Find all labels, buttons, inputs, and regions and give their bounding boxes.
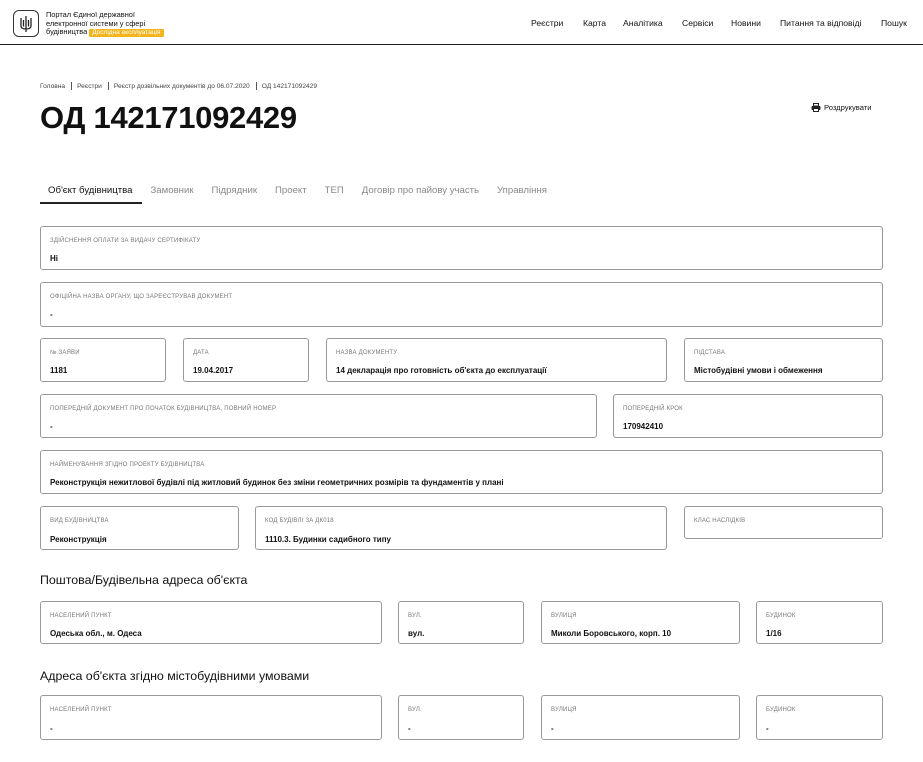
nav-analytics[interactable]: Аналітика [623, 18, 663, 28]
nav-services[interactable]: Сервіси [682, 18, 713, 28]
field-value: 1110.3. Будинки садибного типу [265, 535, 392, 544]
field-label: Населений пункт [50, 707, 112, 713]
breadcrumb-registries[interactable]: Реєстри [77, 83, 102, 90]
field-value: - [50, 310, 53, 319]
breadcrumb: Головна Реєстри Реєстр дозвільних докуме… [40, 82, 317, 90]
field-value: - [551, 724, 554, 733]
field-label: Вид будівництва [50, 518, 109, 524]
portal-name[interactable]: Портал Єдиної державної електронної сист… [46, 10, 186, 38]
field-label: Здійснення оплати за видачу сертифікату [50, 238, 201, 244]
field-label: Клас наслідків [694, 518, 746, 524]
field-label: Офіційна назва органу, що зареєстрував д… [50, 294, 233, 300]
tab-management[interactable]: Управління [488, 181, 556, 204]
field-value: - [408, 724, 411, 733]
field-postal-street-type: Вул. вул. [398, 601, 524, 644]
field-label: Код будівлі за ДК018 [265, 518, 334, 524]
tab-project[interactable]: Проект [266, 181, 316, 204]
field-label: Вул. [408, 707, 422, 713]
tab-customer[interactable]: Замовник [142, 181, 203, 204]
breadcrumb-separator [71, 82, 73, 90]
field-label: Вулиця [551, 613, 577, 619]
tab-contractor[interactable]: Підрядник [203, 181, 267, 204]
tab-tep[interactable]: ТЕП [316, 181, 353, 204]
field-value: - [766, 724, 769, 733]
nav-map[interactable]: Карта [583, 18, 606, 28]
field-label: Вулиця [551, 707, 577, 713]
field-value: Ні [50, 254, 58, 263]
field-value: - [50, 422, 53, 431]
postal-address-title: Поштова/Будівельна адреса об'єкта [40, 573, 248, 587]
field-document-name: Назва документу 14 декларація про готовн… [326, 338, 667, 382]
field-label: № заяви [50, 350, 80, 356]
breadcrumb-separator [107, 82, 109, 90]
print-label: Роздрукувати [824, 103, 872, 112]
field-construction-type: Вид будівництва Реконструкція [40, 506, 239, 550]
field-previous-document: Попередній документ про початок будівниц… [40, 394, 597, 438]
field-payment: Здійснення оплати за видачу сертифікату … [40, 226, 883, 270]
field-authority: Офіційна назва органу, що зареєстрував д… [40, 282, 883, 327]
breadcrumb-current: ОД 142171092429 [261, 82, 318, 90]
field-label: Попередній крок [623, 406, 683, 412]
field-value: Містобудівні умови і обмеження [694, 366, 823, 375]
field-label: Підстава [694, 350, 726, 356]
field-planning-street-type: Вул. - [398, 695, 524, 740]
field-value: Одеська обл., м. Одеса [50, 629, 142, 638]
field-value: Реконструкція [50, 535, 107, 544]
nav-registries[interactable]: Реєстри [531, 18, 563, 28]
breadcrumb-registry[interactable]: Реєстр дозвільних документів до 06.07.20… [114, 83, 250, 90]
breadcrumb-home[interactable]: Головна [40, 83, 65, 90]
page-title: ОД 142171092429 [40, 100, 297, 135]
field-value: - [50, 724, 53, 733]
printer-icon [811, 103, 821, 112]
portal-name-line3: будівництва [46, 27, 88, 37]
tab-construction-object[interactable]: Об'єкт будівництва [40, 181, 142, 204]
field-planning-settlement: Населений пункт - [40, 695, 382, 740]
field-value: 170942410 [623, 422, 664, 431]
field-value: 1181 [50, 366, 68, 375]
planning-address-title: Адреса об'єкта згідно містобудівними умо… [40, 669, 310, 683]
trident-logo-icon[interactable] [13, 10, 39, 37]
field-value: 19.04.2017 [193, 366, 234, 375]
beta-badge: Дослідна експлуатація [89, 29, 164, 38]
field-planning-street: Вулиця - [541, 695, 740, 740]
field-postal-settlement: Населений пункт Одеська обл., м. Одеса [40, 601, 382, 644]
breadcrumb-separator [255, 82, 257, 90]
field-label: Найменування згідно проекту будівництва [50, 462, 205, 468]
field-label: Населений пункт [50, 613, 112, 619]
site-header: Портал Єдиної державної електронної сист… [0, 0, 923, 45]
field-label: Назва документу [336, 350, 398, 356]
field-planning-house: Будинок - [756, 695, 883, 740]
field-application-number: № заяви 1181 [40, 338, 166, 382]
field-previous-step: Попередній крок 170942410 [613, 394, 883, 438]
nav-search[interactable]: Пошук [881, 18, 907, 28]
field-label: Вул. [408, 613, 422, 619]
field-label: Попередній документ про початок будівниц… [50, 406, 277, 412]
field-value: вул. [408, 629, 425, 638]
field-basis: Підстава Містобудівні умови і обмеження [684, 338, 883, 382]
field-postal-house: Будинок 1/16 [756, 601, 883, 644]
field-value: 1/16 [766, 629, 782, 638]
field-consequence-class: Клас наслідків [684, 506, 883, 539]
field-value: 14 декларація про готовність об'єкта до … [336, 366, 547, 375]
field-label: Будинок [766, 707, 796, 713]
field-project-name: Найменування згідно проекту будівництва … [40, 450, 883, 494]
field-label: Дата [193, 350, 209, 356]
field-postal-street: Вулиця Миколи Боровського, корп. 10 [541, 601, 740, 644]
field-label: Будинок [766, 613, 796, 619]
print-button[interactable]: Роздрукувати [811, 103, 871, 112]
nav-news[interactable]: Новини [731, 18, 761, 28]
field-building-code: Код будівлі за ДК018 1110.3. Будинки сад… [255, 506, 667, 550]
field-value: Миколи Боровського, корп. 10 [551, 629, 672, 638]
field-value: Реконструкція нежитлової будівлі під жит… [50, 478, 504, 487]
tab-equity-agreement[interactable]: Договір про пайову участь [353, 181, 488, 204]
nav-faq[interactable]: Питання та відповіді [780, 18, 861, 28]
tab-bar: Об'єкт будівництва Замовник Підрядник Пр… [40, 181, 556, 205]
field-date: Дата 19.04.2017 [183, 338, 309, 382]
